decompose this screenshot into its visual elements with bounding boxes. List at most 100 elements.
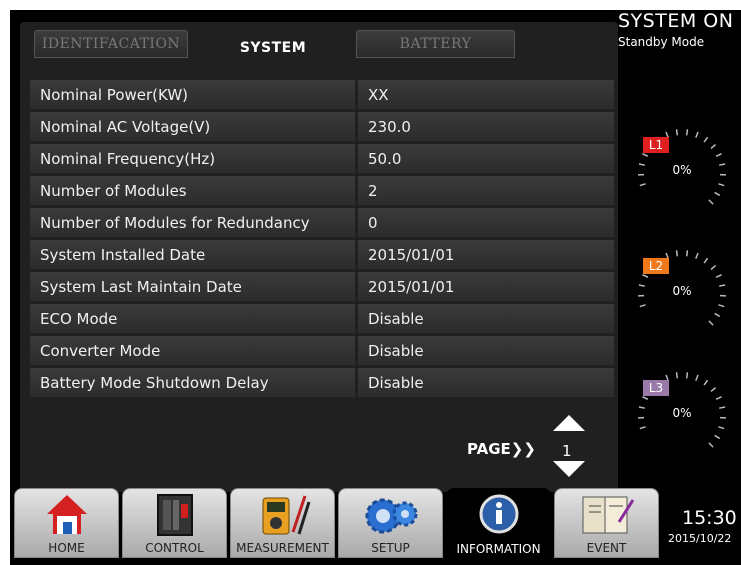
system-status-title: SYSTEM ON <box>618 10 734 32</box>
row-label: Battery Mode Shutdown Delay <box>30 368 355 397</box>
gauge-tick <box>708 442 714 448</box>
info-icon <box>479 494 518 534</box>
nav-measurement-label: MEASUREMENT <box>236 541 329 555</box>
table-row: Converter Mode Disable <box>30 336 614 365</box>
gauge-badge-l3: L3 <box>643 380 669 396</box>
row-label: Number of Modules for Redundancy <box>30 208 355 237</box>
table-row: Number of Modules for Redundancy 0 <box>30 208 614 237</box>
table-row: System Last Maintain Date 2015/01/01 <box>30 272 614 301</box>
row-value: Disable <box>358 336 614 365</box>
clock-date: 2015/10/22 <box>668 532 732 545</box>
gauge-tick <box>695 374 699 381</box>
row-label: Converter Mode <box>30 336 355 365</box>
row-label: System Installed Date <box>30 240 355 269</box>
gauge-tick <box>685 250 689 257</box>
row-label: Nominal Frequency(Hz) <box>30 144 355 173</box>
row-value: 0 <box>358 208 614 237</box>
nav-information-label: INFORMATION <box>456 542 541 556</box>
gauge-value-l2: 0% <box>672 284 692 298</box>
table-row: Number of Modules 2 <box>30 176 614 205</box>
system-info-table: Nominal Power(KW) XX Nominal AC Voltage(… <box>30 80 614 400</box>
gauge-tick <box>703 379 709 386</box>
gauge-tick <box>695 252 699 259</box>
row-value: 50.0 <box>358 144 614 173</box>
gauge-tick <box>714 434 721 440</box>
row-label: ECO Mode <box>30 304 355 333</box>
gauge-tick <box>639 426 646 430</box>
gauge-tick <box>639 304 646 308</box>
gauge-tick <box>715 396 722 400</box>
gauge-tick <box>675 372 679 379</box>
gauge-tick <box>718 183 725 187</box>
nav-home-label: HOME <box>48 541 85 555</box>
system-mode: Standby Mode <box>618 35 705 49</box>
gauge-tick <box>675 129 679 136</box>
nav-setup-button[interactable]: SETUP <box>338 488 443 558</box>
gauge-l2: L2 0% <box>634 246 730 342</box>
gauge-badge-l2: L2 <box>643 258 669 274</box>
gauge-value-l1: 0% <box>672 163 692 177</box>
row-label: Number of Modules <box>30 176 355 205</box>
multimeter-icon <box>262 495 310 535</box>
table-row: System Installed Date 2015/01/01 <box>30 240 614 269</box>
gauge-tick <box>642 396 649 400</box>
gauge-tick <box>714 312 721 318</box>
row-value: Disable <box>358 368 614 397</box>
table-row: ECO Mode Disable <box>30 304 614 333</box>
gauge-tick <box>714 191 721 197</box>
nav-control-label: CONTROL <box>145 541 204 555</box>
gauge-tick <box>695 131 699 138</box>
gauge-tick <box>715 153 722 157</box>
row-value: Disable <box>358 304 614 333</box>
table-row: Nominal AC Voltage(V) 230.0 <box>30 112 614 141</box>
nav-measurement-button[interactable]: MEASUREMENT <box>230 488 335 558</box>
gauge-value-l3: 0% <box>672 406 692 420</box>
gauge-tick <box>710 264 717 271</box>
gauge-l3: L3 0% <box>634 368 730 464</box>
page-number: 1 <box>562 442 572 460</box>
nav-setup-label: SETUP <box>371 541 410 555</box>
gauge-tick <box>708 320 714 326</box>
nav-control-button[interactable]: CONTROL <box>122 488 227 558</box>
gears-icon <box>365 498 417 534</box>
gauge-tick <box>639 183 646 187</box>
row-value: 230.0 <box>358 112 614 141</box>
page-indicator: PAGE❯❯ <box>467 440 536 458</box>
nav-home-button[interactable]: HOME <box>14 488 119 558</box>
gauge-tick <box>718 426 725 430</box>
tab-system[interactable]: SYSTEM <box>196 32 350 64</box>
tab-identification[interactable]: IDENTIFACATION <box>34 30 188 58</box>
page-arrows-icon: ❯❯ <box>510 440 536 458</box>
ups-screen: IDENTIFACATION SYSTEM BATTERY Nominal Po… <box>10 10 741 565</box>
nav-event-button[interactable]: EVENT <box>554 488 659 558</box>
gauge-tick <box>718 304 725 308</box>
nav-event-label: EVENT <box>586 541 627 555</box>
row-value: 2 <box>358 176 614 205</box>
breaker-panel-icon <box>156 494 193 536</box>
home-icon <box>46 495 87 534</box>
table-row: Nominal Frequency(Hz) 50.0 <box>30 144 614 173</box>
event-log-icon <box>582 496 634 534</box>
gauge-tick <box>710 386 717 393</box>
row-label: System Last Maintain Date <box>30 272 355 301</box>
row-value: 2015/01/01 <box>358 240 614 269</box>
gauge-tick <box>703 136 709 143</box>
page-down-button[interactable] <box>553 461 585 477</box>
gauge-tick <box>642 274 649 278</box>
gauge-tick <box>715 274 722 278</box>
info-panel: IDENTIFACATION SYSTEM BATTERY Nominal Po… <box>20 22 618 492</box>
gauge-l1: L1 0% <box>634 125 730 221</box>
row-label: Nominal Power(KW) <box>30 80 355 109</box>
gauge-tick <box>685 372 689 379</box>
nav-information-button[interactable]: INFORMATION <box>446 488 551 558</box>
gauge-tick <box>642 153 649 157</box>
page-label: PAGE <box>467 440 511 458</box>
tab-battery[interactable]: BATTERY <box>356 30 515 58</box>
gauge-tick <box>703 257 709 264</box>
gauge-tick <box>710 143 717 150</box>
page-up-button[interactable] <box>553 415 585 431</box>
table-row: Nominal Power(KW) XX <box>30 80 614 109</box>
gauge-tick <box>685 129 689 136</box>
row-value: 2015/01/01 <box>358 272 614 301</box>
row-label: Nominal AC Voltage(V) <box>30 112 355 141</box>
